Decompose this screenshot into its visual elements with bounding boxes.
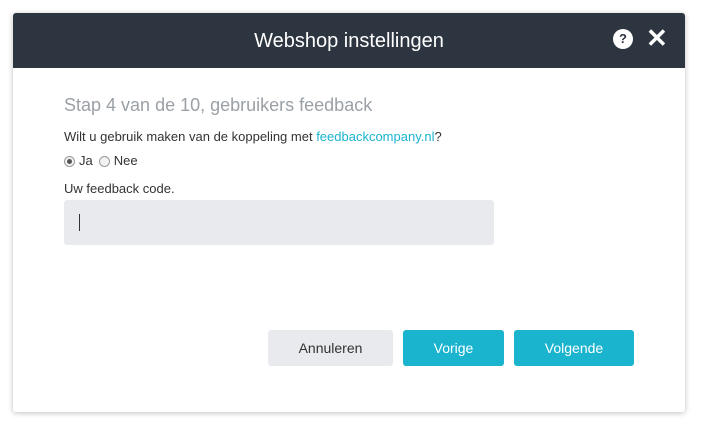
integration-options: Ja Nee [64,153,144,169]
question-suffix: ? [434,129,442,144]
cancel-button[interactable]: Annuleren [268,330,393,366]
next-button[interactable]: Volgende [514,330,634,366]
radio-no-label[interactable]: Nee [114,153,138,168]
radio-yes[interactable] [64,156,75,167]
step-title: Stap 4 van de 10, gebruikers feedback [64,95,373,115]
feedback-code-label: Uw feedback code. [64,181,175,196]
radio-no[interactable] [98,156,110,167]
integration-question: Wilt u gebruik maken van de koppeling me… [64,129,442,145]
dialog-title: Webshop instellingen [254,30,444,52]
feedbackcompany-link[interactable]: feedbackcompany.nl [316,129,434,144]
settings-dialog: Webshop instellingen ? ✕ Stap 4 van de 1… [13,13,685,412]
close-icon[interactable]: ✕ [646,25,668,51]
previous-button[interactable]: Vorige [403,330,504,366]
radio-yes-label[interactable]: Ja [79,153,93,168]
text-caret [79,214,80,231]
dialog-header: Webshop instellingen ? ✕ [13,13,685,68]
feedback-code-input[interactable] [64,200,494,245]
question-text: Wilt u gebruik maken van de koppeling me… [64,129,317,144]
help-icon[interactable]: ? [613,29,633,49]
